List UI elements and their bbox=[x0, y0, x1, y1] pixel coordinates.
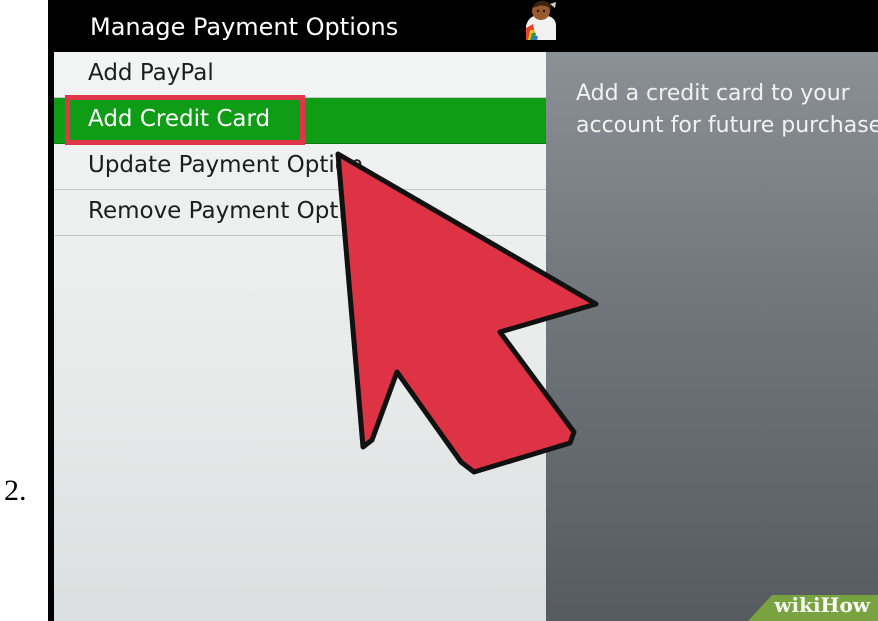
menu-item-add-paypal[interactable]: Add PayPal bbox=[54, 52, 546, 98]
watermark-text: wikiHow bbox=[774, 593, 870, 617]
menu-item-label: Remove Payment Option bbox=[88, 198, 374, 224]
page-title: Manage Payment Options bbox=[90, 13, 399, 41]
gamerpic-avatar-icon bbox=[524, 0, 558, 40]
watermark-text-suffix: How bbox=[820, 593, 870, 617]
watermark-text-prefix: wiki bbox=[774, 593, 821, 617]
description-line: Add a credit card to your bbox=[576, 81, 850, 106]
description-text: Add a credit card to your account for fu… bbox=[576, 78, 878, 142]
menu-item-label: Add PayPal bbox=[88, 60, 214, 86]
menu-item-remove-payment-option[interactable]: Remove Payment Option bbox=[54, 190, 546, 236]
xbox-dashboard-screen: Manage Payment Options Add PayPal Add Cr… bbox=[48, 0, 878, 621]
highlight-box bbox=[65, 95, 305, 145]
description-line: account for future purchases. bbox=[576, 113, 878, 138]
menu-item-label: Update Payment Option bbox=[88, 152, 364, 178]
step-number: 2. bbox=[4, 474, 27, 507]
title-bar: Manage Payment Options bbox=[48, 0, 878, 48]
menu-item-update-payment-option[interactable]: Update Payment Option bbox=[54, 144, 546, 190]
description-panel: Add a credit card to your account for fu… bbox=[546, 52, 878, 621]
wikihow-watermark: wikiHow bbox=[708, 581, 878, 621]
